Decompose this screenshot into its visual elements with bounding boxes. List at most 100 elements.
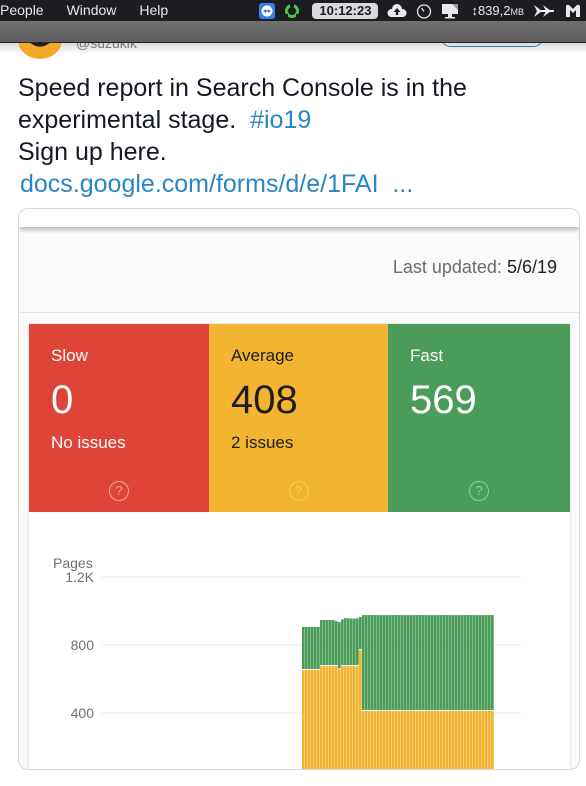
bar-average[interactable] xyxy=(359,650,362,770)
bar-fast[interactable] xyxy=(458,615,461,710)
avatar[interactable] xyxy=(18,43,62,59)
bar-fast[interactable] xyxy=(332,620,335,666)
bar-average[interactable] xyxy=(398,710,401,770)
bar-fast[interactable] xyxy=(350,618,353,666)
follow-button[interactable] xyxy=(440,43,544,47)
bar-average[interactable] xyxy=(308,669,311,770)
bar-average[interactable] xyxy=(443,710,446,770)
bar-average[interactable] xyxy=(482,710,485,770)
bar-average[interactable] xyxy=(341,666,344,770)
bar-average[interactable] xyxy=(404,710,407,770)
bar-fast[interactable] xyxy=(356,618,359,666)
bar-average[interactable] xyxy=(488,710,491,770)
bar-average[interactable] xyxy=(335,666,338,770)
bar-average[interactable] xyxy=(353,666,356,770)
bar-average[interactable] xyxy=(329,666,332,770)
bar-fast[interactable] xyxy=(323,620,326,666)
tile-fast[interactable]: Fast 569 ? xyxy=(388,324,570,512)
bar-fast[interactable] xyxy=(335,621,338,666)
bar-average[interactable] xyxy=(479,710,482,770)
bar-fast[interactable] xyxy=(485,615,488,710)
bar-fast[interactable] xyxy=(314,626,317,669)
bar-average[interactable] xyxy=(323,666,326,770)
bar-average[interactable] xyxy=(473,710,476,770)
bar-average[interactable] xyxy=(428,710,431,770)
forward-icon[interactable] xyxy=(533,0,555,21)
bar-average[interactable] xyxy=(305,669,308,770)
bar-fast[interactable] xyxy=(407,615,410,710)
bar-fast[interactable] xyxy=(482,615,485,710)
bar-fast[interactable] xyxy=(470,615,473,710)
bar-fast[interactable] xyxy=(491,615,494,710)
bar-fast[interactable] xyxy=(479,615,482,710)
bar-fast[interactable] xyxy=(455,615,458,710)
bar-fast[interactable] xyxy=(317,626,320,669)
bar-average[interactable] xyxy=(440,710,443,770)
bar-fast[interactable] xyxy=(380,615,383,710)
bar-fast[interactable] xyxy=(404,615,407,710)
hashtag-link[interactable]: #io19 xyxy=(250,106,311,134)
bar-average[interactable] xyxy=(368,710,371,770)
bar-average[interactable] xyxy=(320,666,323,770)
bar-fast[interactable] xyxy=(473,615,476,710)
bar-fast[interactable] xyxy=(377,615,380,710)
help-icon[interactable]: ? xyxy=(288,481,309,501)
bar-average[interactable] xyxy=(422,710,425,770)
bar-fast[interactable] xyxy=(461,615,464,710)
bar-average[interactable] xyxy=(395,710,398,770)
bar-average[interactable] xyxy=(362,710,365,770)
bar-fast[interactable] xyxy=(428,615,431,710)
bar-fast[interactable] xyxy=(302,626,305,669)
tile-slow[interactable]: Slow 0 No issues ? xyxy=(29,324,209,512)
bar-fast[interactable] xyxy=(344,618,347,666)
bar-fast[interactable] xyxy=(434,615,437,710)
bar-fast[interactable] xyxy=(440,615,443,710)
bar-average[interactable] xyxy=(377,710,380,770)
bar-average[interactable] xyxy=(317,669,320,770)
bar-fast[interactable] xyxy=(425,615,428,710)
bar-fast[interactable] xyxy=(431,615,434,710)
teamviewer-icon[interactable] xyxy=(259,0,276,21)
help-icon[interactable]: ? xyxy=(109,481,129,501)
bar-average[interactable] xyxy=(380,710,383,770)
sync-icon[interactable] xyxy=(284,0,301,21)
bar-fast[interactable] xyxy=(416,615,419,710)
timer-icon[interactable] xyxy=(416,0,432,21)
bar-average[interactable] xyxy=(371,710,374,770)
bar-average[interactable] xyxy=(311,669,314,770)
bar-average[interactable] xyxy=(365,710,368,770)
bar-fast[interactable] xyxy=(476,615,479,710)
form-link[interactable]: docs.google.com/forms/d/e/1FAI ... xyxy=(20,168,413,200)
bar-fast[interactable] xyxy=(371,615,374,710)
bar-fast[interactable] xyxy=(401,615,404,710)
bar-average[interactable] xyxy=(491,710,494,770)
bar-fast[interactable] xyxy=(395,615,398,710)
bar-average[interactable] xyxy=(389,710,392,770)
bar-fast[interactable] xyxy=(449,615,452,710)
bar-fast[interactable] xyxy=(368,615,371,710)
menu-window[interactable]: Window xyxy=(67,0,117,21)
bar-average[interactable] xyxy=(383,710,386,770)
bar-fast[interactable] xyxy=(320,620,323,666)
bar-fast[interactable] xyxy=(311,626,314,669)
bar-average[interactable] xyxy=(476,710,479,770)
bar-fast[interactable] xyxy=(341,619,344,666)
bar-average[interactable] xyxy=(314,669,317,770)
bar-fast[interactable] xyxy=(392,615,395,710)
bar-fast[interactable] xyxy=(467,615,470,710)
bar-fast[interactable] xyxy=(338,622,341,669)
bar-fast[interactable] xyxy=(329,620,332,666)
menu-people[interactable]: People xyxy=(0,0,44,21)
bar-average[interactable] xyxy=(374,710,377,770)
bar-fast[interactable] xyxy=(353,618,356,666)
bar-average[interactable] xyxy=(386,710,389,770)
bar-fast[interactable] xyxy=(308,626,311,669)
bar-fast[interactable] xyxy=(410,615,413,710)
menu-help[interactable]: Help xyxy=(139,0,168,21)
bar-fast[interactable] xyxy=(464,615,467,710)
bar-fast[interactable] xyxy=(443,615,446,710)
bar-fast[interactable] xyxy=(422,615,425,710)
tile-average[interactable]: Average 408 2 issues ? xyxy=(209,324,388,512)
bar-fast[interactable] xyxy=(452,615,455,710)
bar-average[interactable] xyxy=(434,710,437,770)
